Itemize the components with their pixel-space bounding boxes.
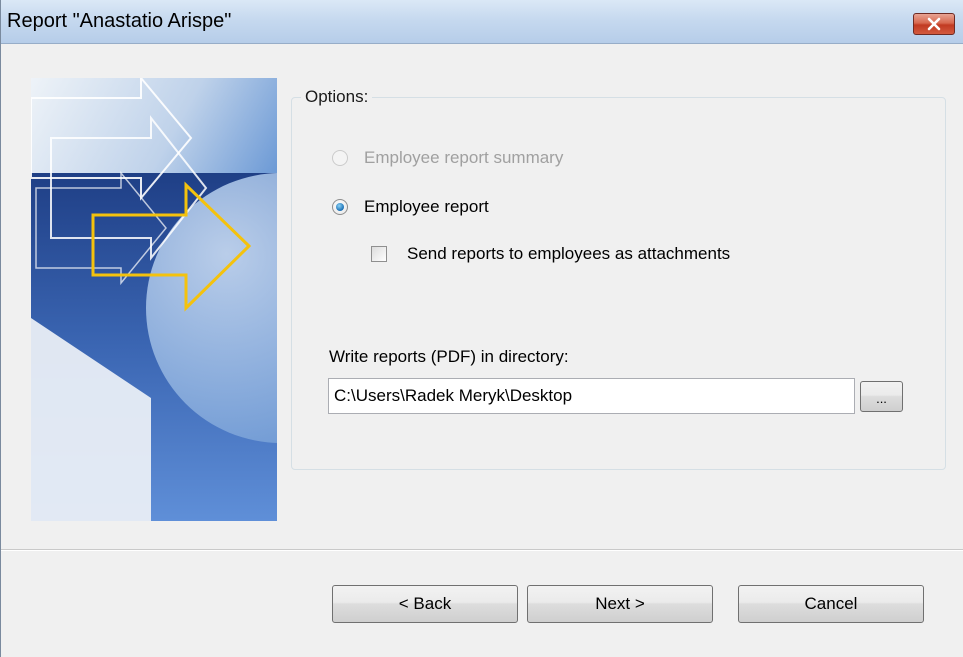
radio-selected-dot-icon <box>336 203 344 211</box>
radio-circle-selected[interactable] <box>332 199 348 215</box>
footer-separator <box>1 549 963 551</box>
close-x-icon <box>926 17 942 31</box>
window-title: Report "Anastatio Arispe" <box>7 10 232 32</box>
radio-circle[interactable] <box>332 150 348 166</box>
wizard-banner-image <box>31 78 277 521</box>
browse-button[interactable]: ... <box>860 381 903 412</box>
back-button[interactable]: < Back <box>332 585 518 623</box>
close-button[interactable] <box>913 13 955 35</box>
employee-report-summary-radio[interactable]: Employee report summary <box>332 148 563 168</box>
next-button[interactable]: Next > <box>527 585 713 623</box>
employee-report-label: Employee report <box>364 197 489 216</box>
send-attachments-label: Send reports to employees as attachments <box>407 244 731 263</box>
send-attachments-checkbox[interactable]: Send reports to employees as attachments <box>371 244 730 264</box>
dialog-window: Report "Anastatio Arispe" Options: Emplo… <box>0 0 963 657</box>
checkbox-box[interactable] <box>371 246 387 262</box>
directory-input[interactable] <box>328 378 855 414</box>
employee-report-radio[interactable]: Employee report <box>332 197 489 217</box>
employee-report-summary-label: Employee report summary <box>364 148 564 167</box>
options-legend: Options: <box>301 87 373 107</box>
cancel-button[interactable]: Cancel <box>738 585 924 623</box>
title-bar[interactable]: Report "Anastatio Arispe" <box>1 0 963 44</box>
directory-label: Write reports (PDF) in directory: <box>329 347 569 366</box>
